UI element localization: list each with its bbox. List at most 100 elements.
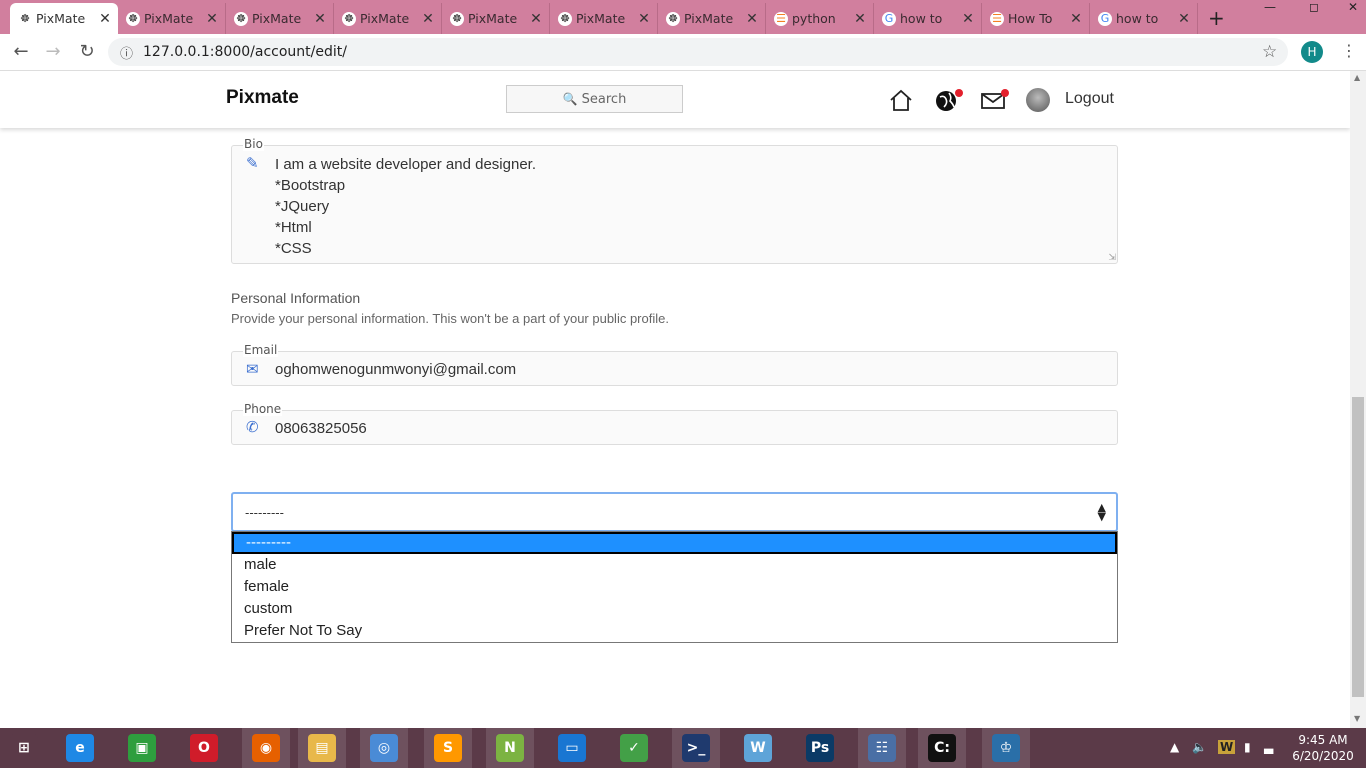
bio-line: *CSS: [275, 240, 312, 257]
back-arrow-icon[interactable]: ←: [10, 41, 32, 62]
bio-line: *Bootstrap: [275, 177, 346, 194]
taskbar-app-button[interactable]: ▭: [548, 728, 596, 768]
page-viewport: Pixmate 🔍 Search Logout ✎ I am a website…: [0, 71, 1350, 728]
email-field[interactable]: ✉ oghomwenogunmwonyi@gmail.com: [231, 351, 1118, 386]
tab-close-icon[interactable]: ✕: [1177, 11, 1191, 27]
wireshark-icon: W: [744, 734, 772, 762]
profile-avatar[interactable]: H: [1301, 41, 1323, 63]
google-icon: G: [1098, 12, 1112, 26]
tab-title: how to: [900, 11, 943, 26]
tab-close-icon[interactable]: ✕: [421, 11, 435, 27]
tab-title: PixMate: [36, 11, 86, 26]
scroll-up-icon[interactable]: ▲: [1354, 73, 1360, 82]
gender-dropdown-list: --------- male female custom Prefer Not To S…: [231, 531, 1118, 643]
tab-title: PixMate: [576, 11, 626, 26]
user-avatar[interactable]: [1026, 88, 1050, 112]
url-field[interactable]: ⓘ 127.0.0.1:8000/account/edit/: [108, 38, 1288, 66]
forward-arrow-icon[interactable]: →: [42, 41, 64, 62]
browser-tab[interactable]: ☰ How To ✕: [982, 3, 1090, 34]
pixmate-icon: ☸: [558, 12, 572, 26]
taskbar-app-button[interactable]: O: [180, 728, 228, 768]
taskbar-app-button[interactable]: N: [486, 728, 534, 768]
notification-dot: [955, 89, 963, 97]
browser-tab[interactable]: ☸ PixMate ✕: [658, 3, 766, 34]
close-window-icon[interactable]: ✕: [1348, 0, 1358, 14]
cmd-icon: C:: [928, 734, 956, 762]
envelope-icon: ✉: [246, 360, 259, 378]
gender-option[interactable]: ---------: [232, 532, 1117, 554]
messages-button[interactable]: [980, 87, 1009, 113]
tab-title: PixMate: [684, 11, 734, 26]
tab-title: How To: [1008, 11, 1053, 26]
taskbar-app-button[interactable]: ☷: [858, 728, 906, 768]
maximize-icon[interactable]: ◻: [1309, 0, 1319, 14]
volume-icon[interactable]: 🔈: [1192, 740, 1207, 754]
edit-icon: ✎: [246, 154, 259, 172]
gender-option[interactable]: custom: [232, 598, 1117, 620]
browser-tab[interactable]: ☸ PixMate ✕: [334, 3, 442, 34]
reload-icon[interactable]: ↻: [76, 41, 98, 62]
tab-close-icon[interactable]: ✕: [529, 11, 543, 27]
bookmark-star-icon[interactable]: ☆: [1262, 42, 1277, 62]
browser-tab-strip: ☸ PixMate ✕ ☸ PixMate ✕ ☸ PixMate ✕ ☸ PixMate ✕ ☸ Pix…: [0, 0, 1366, 34]
browser-tab[interactable]: ☰ python ✕: [766, 3, 874, 34]
notepad-plus-icon: N: [496, 734, 524, 762]
taskbar-app-button[interactable]: >_: [672, 728, 720, 768]
gender-option[interactable]: Prefer Not To Say: [232, 620, 1117, 642]
taskbar-app-button[interactable]: W: [734, 728, 782, 768]
gender-select-value: ---------: [245, 506, 284, 520]
new-tab-button[interactable]: +: [1208, 6, 1225, 30]
browser-tab[interactable]: Ghow to ✕: [874, 3, 982, 34]
browser-tab[interactable]: ☸ PixMate ✕: [442, 3, 550, 34]
browser-tab[interactable]: ☸ PixMate ✕: [10, 3, 118, 34]
browser-menu-icon[interactable]: ⋮: [1341, 41, 1357, 60]
taskbar-app-button[interactable]: ▣: [118, 728, 166, 768]
browser-tab[interactable]: ☸ PixMate ✕: [118, 3, 226, 34]
network-signal-icon[interactable]: ▃: [1264, 740, 1273, 754]
browser-tab[interactable]: ☸ PixMate ✕: [226, 3, 334, 34]
tab-close-icon[interactable]: ✕: [961, 11, 975, 27]
gender-select[interactable]: --------- ▲ ▼: [231, 492, 1118, 532]
tab-close-icon[interactable]: ✕: [745, 11, 759, 27]
scrollbar-thumb[interactable]: [1352, 397, 1364, 697]
taskbar-app-button[interactable]: ◎: [360, 728, 408, 768]
system-clock[interactable]: 9:45 AM 6/20/2020: [1290, 732, 1356, 764]
scroll-down-icon[interactable]: ▼: [1354, 714, 1360, 723]
taskbar-app-button[interactable]: S: [424, 728, 472, 768]
taskbar-app-button[interactable]: e: [56, 728, 104, 768]
firefox-icon: ◉: [252, 734, 280, 762]
tab-close-icon[interactable]: ✕: [637, 11, 651, 27]
minimize-icon[interactable]: —: [1264, 0, 1276, 14]
tab-title: PixMate: [144, 11, 194, 26]
site-search-input[interactable]: 🔍 Search: [506, 85, 683, 113]
tab-close-icon[interactable]: ✕: [853, 11, 867, 27]
logout-link[interactable]: Logout: [1065, 90, 1114, 108]
battery-icon[interactable]: ▮: [1244, 740, 1251, 754]
taskbar-app-button[interactable]: ♔: [982, 728, 1030, 768]
gender-option[interactable]: female: [232, 576, 1117, 598]
tab-close-icon[interactable]: ✕: [98, 11, 112, 27]
taskbar-app-button[interactable]: ✓: [610, 728, 658, 768]
resize-handle-icon[interactable]: ⇲: [1108, 253, 1116, 263]
bio-textarea[interactable]: ✎ I am a website developer and designer.…: [231, 145, 1118, 264]
taskbar-app-button[interactable]: C:: [918, 728, 966, 768]
taskbar-app-button[interactable]: ⊞: [0, 728, 48, 768]
tab-close-icon[interactable]: ✕: [313, 11, 327, 27]
taskbar-app-button[interactable]: ◉: [242, 728, 290, 768]
home-icon[interactable]: [888, 87, 914, 113]
browser-tab[interactable]: Ghow to ✕: [1090, 3, 1198, 34]
phone-field[interactable]: ✆ 08063825056: [231, 410, 1118, 445]
gender-option[interactable]: male: [232, 554, 1117, 576]
site-info-icon[interactable]: ⓘ: [120, 43, 133, 62]
taskbar-app-button[interactable]: ▤: [298, 728, 346, 768]
explore-globe-button[interactable]: [934, 87, 963, 113]
browser-tab[interactable]: ☸ PixMate ✕: [550, 3, 658, 34]
tab-close-icon[interactable]: ✕: [205, 11, 219, 27]
chrome-icon: ◎: [370, 734, 398, 762]
tab-close-icon[interactable]: ✕: [1069, 11, 1083, 27]
taskbar-app-button[interactable]: Ps: [796, 728, 844, 768]
tray-expand-icon[interactable]: ▲: [1170, 740, 1179, 754]
page-scrollbar[interactable]: ▲ ▼: [1350, 71, 1366, 728]
word-tray-icon[interactable]: W: [1218, 740, 1236, 754]
site-brand-logo[interactable]: Pixmate: [226, 87, 299, 109]
